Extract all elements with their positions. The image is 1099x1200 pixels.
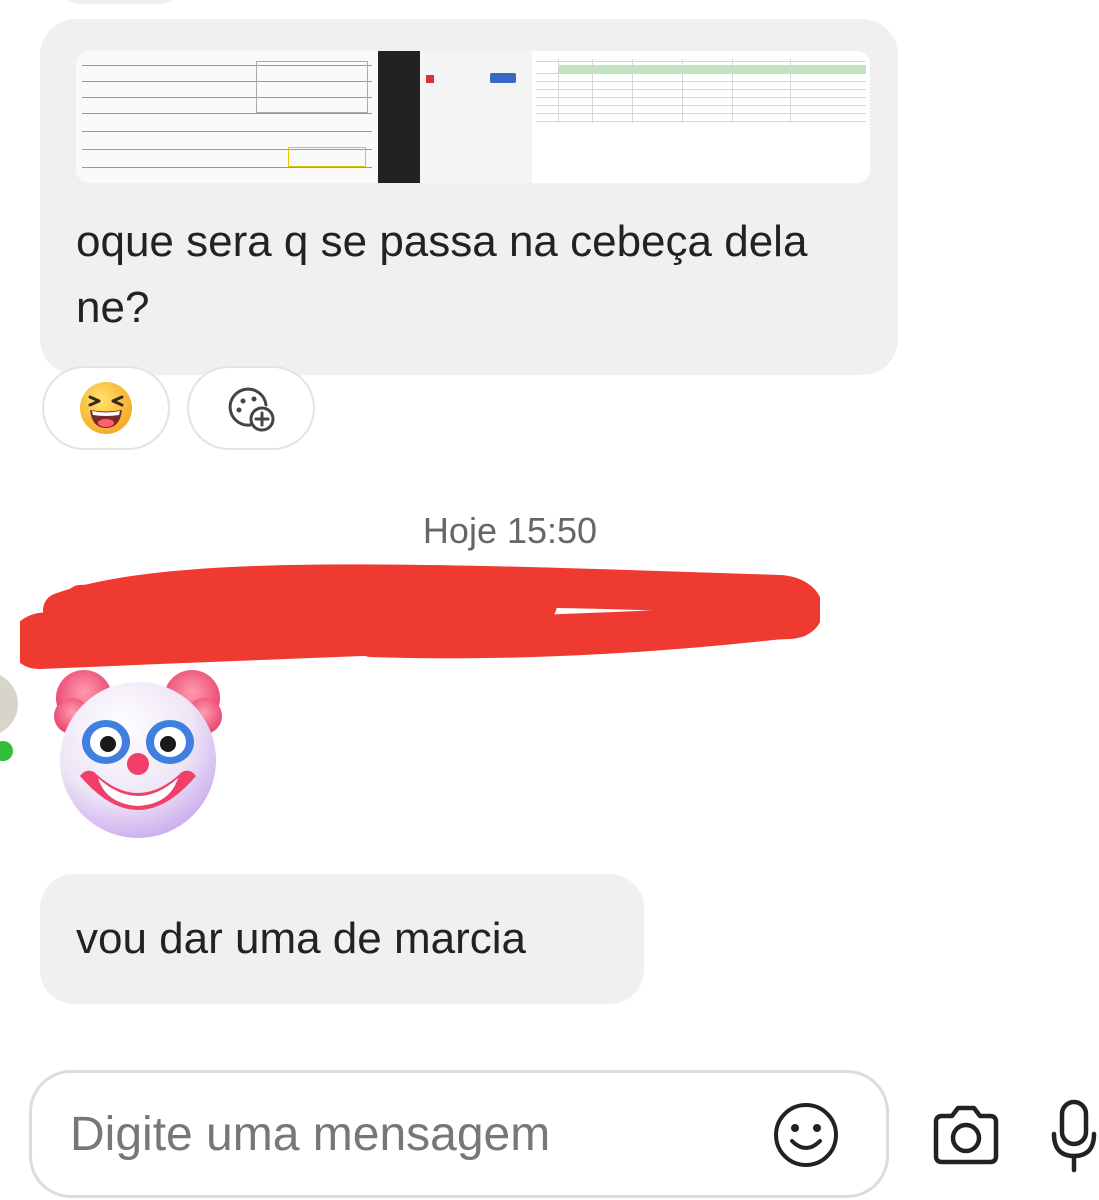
message-input[interactable]: Digite uma mensagem xyxy=(29,1070,889,1198)
online-status-icon xyxy=(0,738,16,764)
message-bubble[interactable]: vou dar uma de marcia xyxy=(40,874,644,1004)
redaction-scribble xyxy=(20,564,820,669)
laughing-squinting-face-icon xyxy=(80,382,132,434)
previous-message-fragment xyxy=(60,0,180,4)
smiley-icon[interactable] xyxy=(772,1101,840,1169)
microphone-icon[interactable] xyxy=(1050,1098,1099,1178)
camera-icon[interactable] xyxy=(930,1100,1002,1170)
message-text: oque sera q se passa na cebeça dela ne? xyxy=(76,217,820,332)
message-bubble-with-image[interactable]: oque sera q se passa na cebeça dela ne? xyxy=(40,19,898,375)
document-preview xyxy=(76,51,378,183)
viewer-dark-panel xyxy=(378,51,420,183)
timestamp-divider: Hoje 15:50 xyxy=(422,510,598,551)
clown-face-icon[interactable] xyxy=(50,664,226,840)
reaction-laughing[interactable] xyxy=(42,366,170,450)
message-text: vou dar uma de marcia xyxy=(76,914,526,963)
add-reaction-button[interactable] xyxy=(187,366,315,450)
image-attachment-thumbnail[interactable] xyxy=(76,51,870,183)
spreadsheet-preview xyxy=(532,51,870,183)
add-reaction-icon xyxy=(228,387,275,432)
sender-avatar[interactable] xyxy=(0,672,18,736)
dialog-panel xyxy=(420,51,533,183)
message-input-placeholder: Digite uma mensagem xyxy=(70,1108,551,1161)
